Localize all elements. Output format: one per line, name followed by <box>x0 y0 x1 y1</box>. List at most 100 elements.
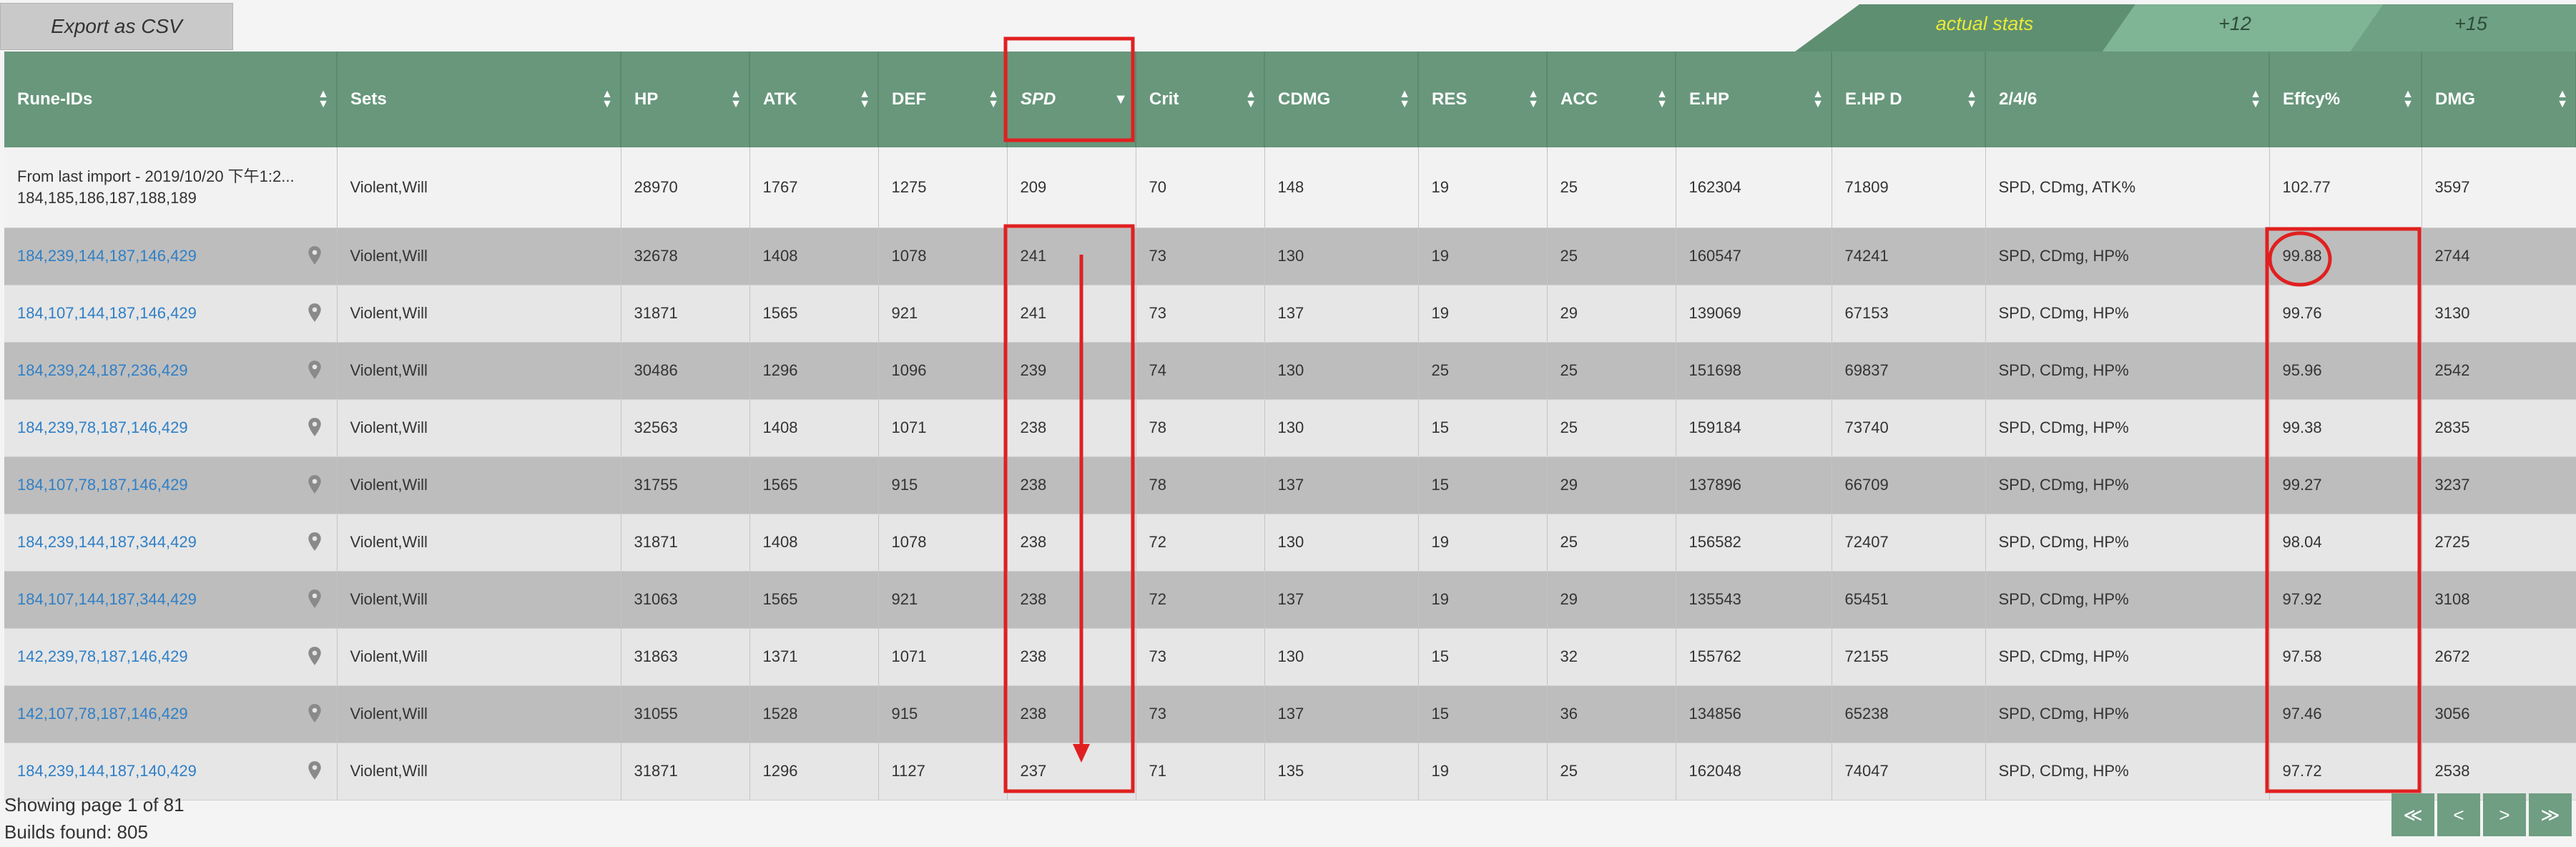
rune-ids-link[interactable]: 184,239,78,187,146,429 <box>17 418 188 436</box>
table-row[interactable]: 184,239,144,187,146,429 Violent,Will 32678… <box>4 227 2576 285</box>
cell-res: 19 <box>1418 571 1548 629</box>
cell-effcypct: 95.96 <box>2269 342 2422 400</box>
rune-ids-link[interactable]: 184,239,144,187,140,429 <box>17 762 197 780</box>
cell-res: 15 <box>1418 399 1548 457</box>
cell-sets: Violent,Will <box>337 147 621 228</box>
cell-cdmg: 137 <box>1264 685 1419 743</box>
cell-cdmg: 130 <box>1264 227 1419 285</box>
column-header-label: RES <box>1432 89 1468 109</box>
map-pin-icon[interactable] <box>307 703 325 725</box>
table-row[interactable]: 184,239,24,187,236,429 Violent,Will 30486 1… <box>4 342 2576 400</box>
column-header-2-4-6[interactable]: 2/4/6 ▲ ▼ <box>1985 52 2270 147</box>
map-pin-icon[interactable] <box>307 474 325 496</box>
cell-dmg: 2725 <box>2422 514 2576 572</box>
tab-plus-12[interactable]: +12 <box>2124 13 2346 39</box>
cell-e-hp: 155762 <box>1676 628 1832 686</box>
column-header-label: HP <box>634 89 659 109</box>
prev-page-button[interactable]: < <box>2437 793 2480 836</box>
column-header-sets[interactable]: Sets ▲ ▼ <box>337 52 621 147</box>
map-pin-icon[interactable] <box>307 646 325 667</box>
cell-atk: 1565 <box>749 456 879 514</box>
rune-ids-link[interactable]: 184,239,24,187,236,429 <box>17 361 188 379</box>
cell-e-hp: 134856 <box>1676 685 1832 743</box>
cell-e-hp-d: 72407 <box>1832 514 1986 572</box>
cell-e-hp: 151698 <box>1676 342 1832 400</box>
map-pin-icon[interactable] <box>307 532 325 553</box>
table-row[interactable]: 184,239,144,187,344,429 Violent,Will 31871… <box>4 514 2576 572</box>
cell-e-hp: 162304 <box>1676 147 1832 228</box>
cell-e-hp-d: 72155 <box>1832 628 1986 686</box>
cell-def: 921 <box>878 285 1008 343</box>
builds-table: Rune-IDs ▲ ▼ Sets ▲ ▼ HP ▲ ▼ ATK ▲ ▼ DEF ▲ ▼ SPD ▼ Crit ▲ ▼… <box>4 52 2576 801</box>
tab-plus-15[interactable]: +15 <box>2367 13 2575 39</box>
cell-sets: Violent,Will <box>337 456 621 514</box>
table-row[interactable]: 184,107,78,187,146,429 Violent,Will 31755 1… <box>4 456 2576 514</box>
cell-e-hp: 137896 <box>1676 456 1832 514</box>
column-header-res[interactable]: RES ▲ ▼ <box>1418 52 1548 147</box>
export-csv-button[interactable]: Export as CSV <box>0 3 233 50</box>
column-header-effcypct[interactable]: Effcy% ▲ ▼ <box>2269 52 2422 147</box>
cell-atk: 1408 <box>749 227 879 285</box>
cell-crit: 78 <box>1136 399 1265 457</box>
column-header-spd[interactable]: SPD ▼ <box>1007 52 1136 147</box>
map-pin-icon[interactable] <box>307 589 325 610</box>
last-page-button[interactable]: ≫ <box>2529 793 2572 836</box>
column-header-cdmg[interactable]: CDMG ▲ ▼ <box>1264 52 1419 147</box>
column-header-def[interactable]: DEF ▲ ▼ <box>878 52 1008 147</box>
map-pin-icon[interactable] <box>307 303 325 324</box>
table-row[interactable]: 184,107,144,187,146,429 Violent,Will 31871… <box>4 285 2576 343</box>
cell-effcypct: 97.72 <box>2269 743 2422 801</box>
cell-res: 25 <box>1418 342 1548 400</box>
column-header-atk[interactable]: ATK ▲ ▼ <box>749 52 879 147</box>
map-pin-icon[interactable] <box>307 417 325 439</box>
cell-effcypct: 99.38 <box>2269 399 2422 457</box>
cell-e-hp-d: 74047 <box>1832 743 1986 801</box>
table-row[interactable]: 184,107,144,187,344,429 Violent,Will 31063… <box>4 571 2576 629</box>
cell-hp: 31063 <box>621 571 750 629</box>
column-header-crit[interactable]: Crit ▲ ▼ <box>1136 52 1265 147</box>
tab-actual-stats[interactable]: actual stats <box>1874 13 2095 39</box>
cell-spd: 237 <box>1007 743 1136 801</box>
column-header-e-hp-d[interactable]: E.HP D ▲ ▼ <box>1832 52 1986 147</box>
last-import-row[interactable]: From last import - 2019/10/20 下午1:2... 18… <box>4 147 2576 228</box>
sort-both-icon: ▲ ▼ <box>2557 88 2568 110</box>
rune-ids-link[interactable]: 184,107,78,187,146,429 <box>17 476 188 494</box>
sort-both-icon: ▲ ▼ <box>730 88 742 110</box>
table-row[interactable]: 142,239,78,187,146,429 Violent,Will 31863 1… <box>4 628 2576 686</box>
column-header-acc[interactable]: ACC ▲ ▼ <box>1547 52 1676 147</box>
cell-rune-ids: 184,107,144,187,146,429 <box>4 285 338 343</box>
cell-def: 1096 <box>878 342 1008 400</box>
next-page-button[interactable]: > <box>2483 793 2526 836</box>
rune-ids-link[interactable]: 142,107,78,187,146,429 <box>17 705 188 723</box>
cell-atk: 1408 <box>749 399 879 457</box>
cell-acc: 25 <box>1547 743 1676 801</box>
cell-acc: 25 <box>1547 342 1676 400</box>
cell-dmg: 2744 <box>2422 227 2576 285</box>
map-pin-icon[interactable] <box>307 360 325 381</box>
table-row[interactable]: 184,239,78,187,146,429 Violent,Will 32563 1… <box>4 399 2576 457</box>
map-pin-icon[interactable] <box>307 760 325 782</box>
cell-res: 19 <box>1418 285 1548 343</box>
rune-ids-link[interactable]: 142,239,78,187,146,429 <box>17 647 188 665</box>
sort-both-icon: ▲ ▼ <box>318 88 329 110</box>
column-header-label: E.HP <box>1689 89 1730 109</box>
column-header-e-hp[interactable]: E.HP ▲ ▼ <box>1676 52 1832 147</box>
map-pin-icon[interactable] <box>307 245 325 267</box>
cell-crit: 74 <box>1136 342 1265 400</box>
cell-2-4-6: SPD, CDmg, HP% <box>1985 342 2270 400</box>
cell-effcypct: 97.58 <box>2269 628 2422 686</box>
first-page-button[interactable]: ≪ <box>2391 793 2434 836</box>
rune-ids-link[interactable]: 184,239,144,187,344,429 <box>17 533 197 551</box>
cell-crit: 72 <box>1136 571 1265 629</box>
cell-atk: 1528 <box>749 685 879 743</box>
rune-ids-link[interactable]: 184,239,144,187,146,429 <box>17 247 197 265</box>
column-header-hp[interactable]: HP ▲ ▼ <box>621 52 750 147</box>
rune-ids-link[interactable]: 184,107,144,187,146,429 <box>17 304 197 322</box>
cell-effcypct: 99.76 <box>2269 285 2422 343</box>
table-row[interactable]: 184,239,144,187,140,429 Violent,Will 31871… <box>4 743 2576 801</box>
rune-ids-link[interactable]: 184,107,144,187,344,429 <box>17 590 197 608</box>
cell-acc: 25 <box>1547 227 1676 285</box>
table-row[interactable]: 142,107,78,187,146,429 Violent,Will 31055 1… <box>4 685 2576 743</box>
column-header-rune-ids[interactable]: Rune-IDs ▲ ▼ <box>4 52 338 147</box>
column-header-dmg[interactable]: DMG ▲ ▼ <box>2422 52 2576 147</box>
